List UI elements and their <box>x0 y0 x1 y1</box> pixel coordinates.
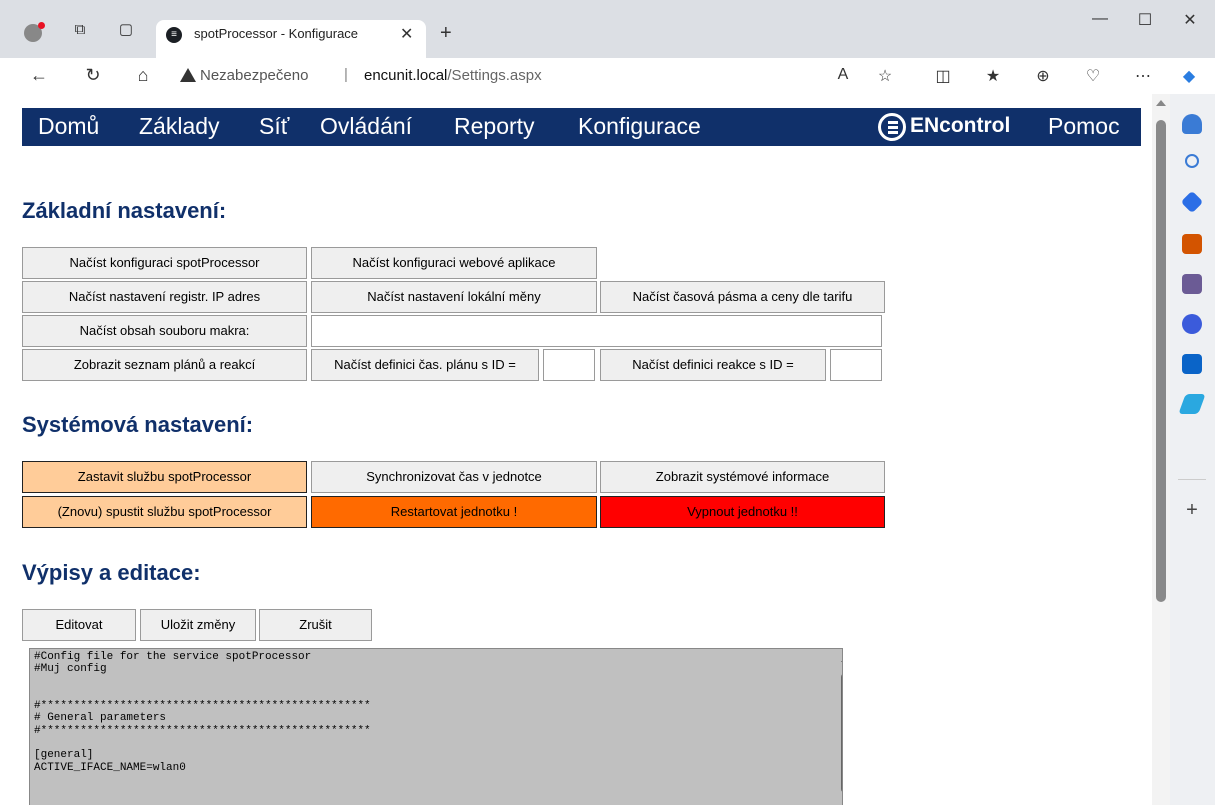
add-sidebar-item-icon[interactable]: + <box>1182 499 1202 522</box>
menu-basics[interactable]: Základy <box>139 113 220 140</box>
plan-id-input[interactable] <box>543 349 595 381</box>
more-menu-icon[interactable]: ⋯ <box>1132 66 1154 86</box>
edit-button[interactable]: Editovat <box>22 609 136 641</box>
menu-home[interactable]: Domů <box>38 113 99 140</box>
search-icon[interactable] <box>1185 154 1199 168</box>
scroll-thumb[interactable] <box>1156 120 1166 602</box>
browser-nav-bar: ← ↻ ⌂ Nezabezpečeno | encunit.local/Sett… <box>0 58 1215 94</box>
maximize-icon[interactable]: ☐ <box>1130 10 1160 30</box>
tab-actions-icon[interactable]: ▢ <box>116 20 136 40</box>
load-macro-file-button[interactable]: Načíst obsah souboru makra: <box>22 315 307 347</box>
load-web-app-config-button[interactable]: Načíst konfiguraci webové aplikace <box>311 247 597 279</box>
minimize-icon[interactable]: — <box>1085 10 1115 28</box>
basic-settings-title: Základní nastavení: <box>22 198 227 223</box>
text-area-scrollbar[interactable] <box>838 649 842 805</box>
home-icon[interactable]: ⌂ <box>132 65 154 86</box>
scroll-up-arrow-icon[interactable] <box>1156 100 1166 106</box>
system-settings-title: Systémová nastavení: <box>22 412 254 437</box>
listings-editing-title: Výpisy a editace: <box>22 560 201 585</box>
shutdown-unit-button[interactable]: Vypnout jednotku !! <box>600 496 885 528</box>
show-plans-reactions-button[interactable]: Zobrazit seznam plánů a reakcí <box>22 349 307 381</box>
back-arrow-icon[interactable]: ← <box>28 65 50 86</box>
load-spotprocessor-config-button[interactable]: Načíst konfiguraci spotProcessor <box>22 247 307 279</box>
url-host: encunit.local <box>364 67 448 84</box>
text-area-scroll-up-icon[interactable] <box>841 657 842 662</box>
restart-service-button[interactable]: (Znovu) spustit službu spotProcessor <box>22 496 307 528</box>
sync-time-button[interactable]: Synchronizovat čas v jednotce <box>311 461 597 493</box>
config-text: #Config file for the service spotProcess… <box>34 651 371 774</box>
menu-network[interactable]: Síť <box>259 113 289 140</box>
menu-configuration[interactable]: Konfigurace <box>578 113 701 140</box>
reload-icon[interactable]: ↻ <box>82 65 104 86</box>
main-menu: Domů Základy Síť Ovládání Reporty Konfig… <box>22 108 1141 146</box>
load-time-zones-button[interactable]: Načíst časová pásma a ceny dle tarifu <box>600 281 885 313</box>
address-bar[interactable]: Nezabezpečeno | encunit.local/Settings.a… <box>170 62 910 92</box>
logo-circle-icon <box>878 113 906 141</box>
stop-service-button[interactable]: Zastavit službu spotProcessor <box>22 461 307 493</box>
split-screen-icon[interactable]: ◫ <box>932 66 954 86</box>
reaction-id-input[interactable] <box>830 349 882 381</box>
restart-unit-button[interactable]: Restartovat jednotku ! <box>311 496 597 528</box>
browser-tab[interactable]: ≡ spotProcessor - Konfigurace ✕ <box>156 20 426 58</box>
text-area-scroll-thumb[interactable] <box>841 673 842 793</box>
workspaces-icon[interactable]: ⧉ <box>70 20 90 40</box>
edge-sidebar: + <box>1170 94 1215 805</box>
macro-file-input[interactable] <box>311 315 882 347</box>
microsoft-365-icon[interactable] <box>1182 314 1202 334</box>
browser-tab-bar: ⧉ ▢ ≡ spotProcessor - Konfigurace ✕ + — … <box>0 0 1215 58</box>
logo-text: ENcontrol <box>910 114 1011 137</box>
url-path: /Settings.aspx <box>447 67 542 84</box>
browser-essentials-icon[interactable]: ♡ <box>1082 66 1104 86</box>
cancel-button[interactable]: Zrušit <box>259 609 372 641</box>
security-label: Nezabezpečeno <box>200 67 309 84</box>
load-plan-definition-button[interactable]: Načíst definici čas. plánu s ID = <box>311 349 539 381</box>
load-local-currency-button[interactable]: Načíst nastavení lokální měny <box>311 281 597 313</box>
tab-title: spotProcessor - Konfigurace <box>194 26 359 41</box>
shopping-tag-icon[interactable] <box>1180 190 1204 214</box>
favorite-star-icon[interactable]: ☆ <box>874 66 896 86</box>
notifications-bell-icon[interactable] <box>1182 114 1202 134</box>
favorites-icon[interactable]: ★ <box>982 66 1004 86</box>
site-favicon-icon: ≡ <box>166 27 182 43</box>
page-scrollbar[interactable] <box>1152 94 1170 805</box>
menu-help[interactable]: Pomoc <box>1048 113 1120 140</box>
copilot-icon[interactable]: ◆ <box>1178 66 1200 86</box>
tools-briefcase-icon[interactable] <box>1182 234 1202 254</box>
tab-close-icon[interactable]: ✕ <box>400 24 413 44</box>
config-text-area[interactable]: #Config file for the service spotProcess… <box>29 648 843 805</box>
profile-notification-dot <box>38 22 45 29</box>
address-separator: | <box>344 66 348 83</box>
show-system-info-button[interactable]: Zobrazit systémové informace <box>600 461 885 493</box>
load-ip-registration-button[interactable]: Načíst nastavení registr. IP adres <box>22 281 307 313</box>
games-icon[interactable] <box>1182 274 1202 294</box>
save-changes-button[interactable]: Uložit změny <box>140 609 256 641</box>
warning-icon <box>180 68 196 82</box>
menu-reports[interactable]: Reporty <box>454 113 535 140</box>
window-close-icon[interactable]: ✕ <box>1175 10 1205 30</box>
read-aloud-icon[interactable]: A <box>832 66 854 84</box>
page-content: Domů Základy Síť Ovládání Reporty Konfig… <box>0 94 1152 805</box>
send-drop-icon[interactable] <box>1178 394 1206 414</box>
load-reaction-definition-button[interactable]: Načíst definici reakce s ID = <box>600 349 826 381</box>
sidebar-divider <box>1178 479 1206 480</box>
url-text: encunit.local/Settings.aspx <box>364 67 542 84</box>
collections-icon[interactable]: ⊕ <box>1032 66 1054 86</box>
new-tab-icon[interactable]: + <box>440 22 452 45</box>
menu-control[interactable]: Ovládání <box>320 113 412 140</box>
outlook-icon[interactable] <box>1182 354 1202 374</box>
